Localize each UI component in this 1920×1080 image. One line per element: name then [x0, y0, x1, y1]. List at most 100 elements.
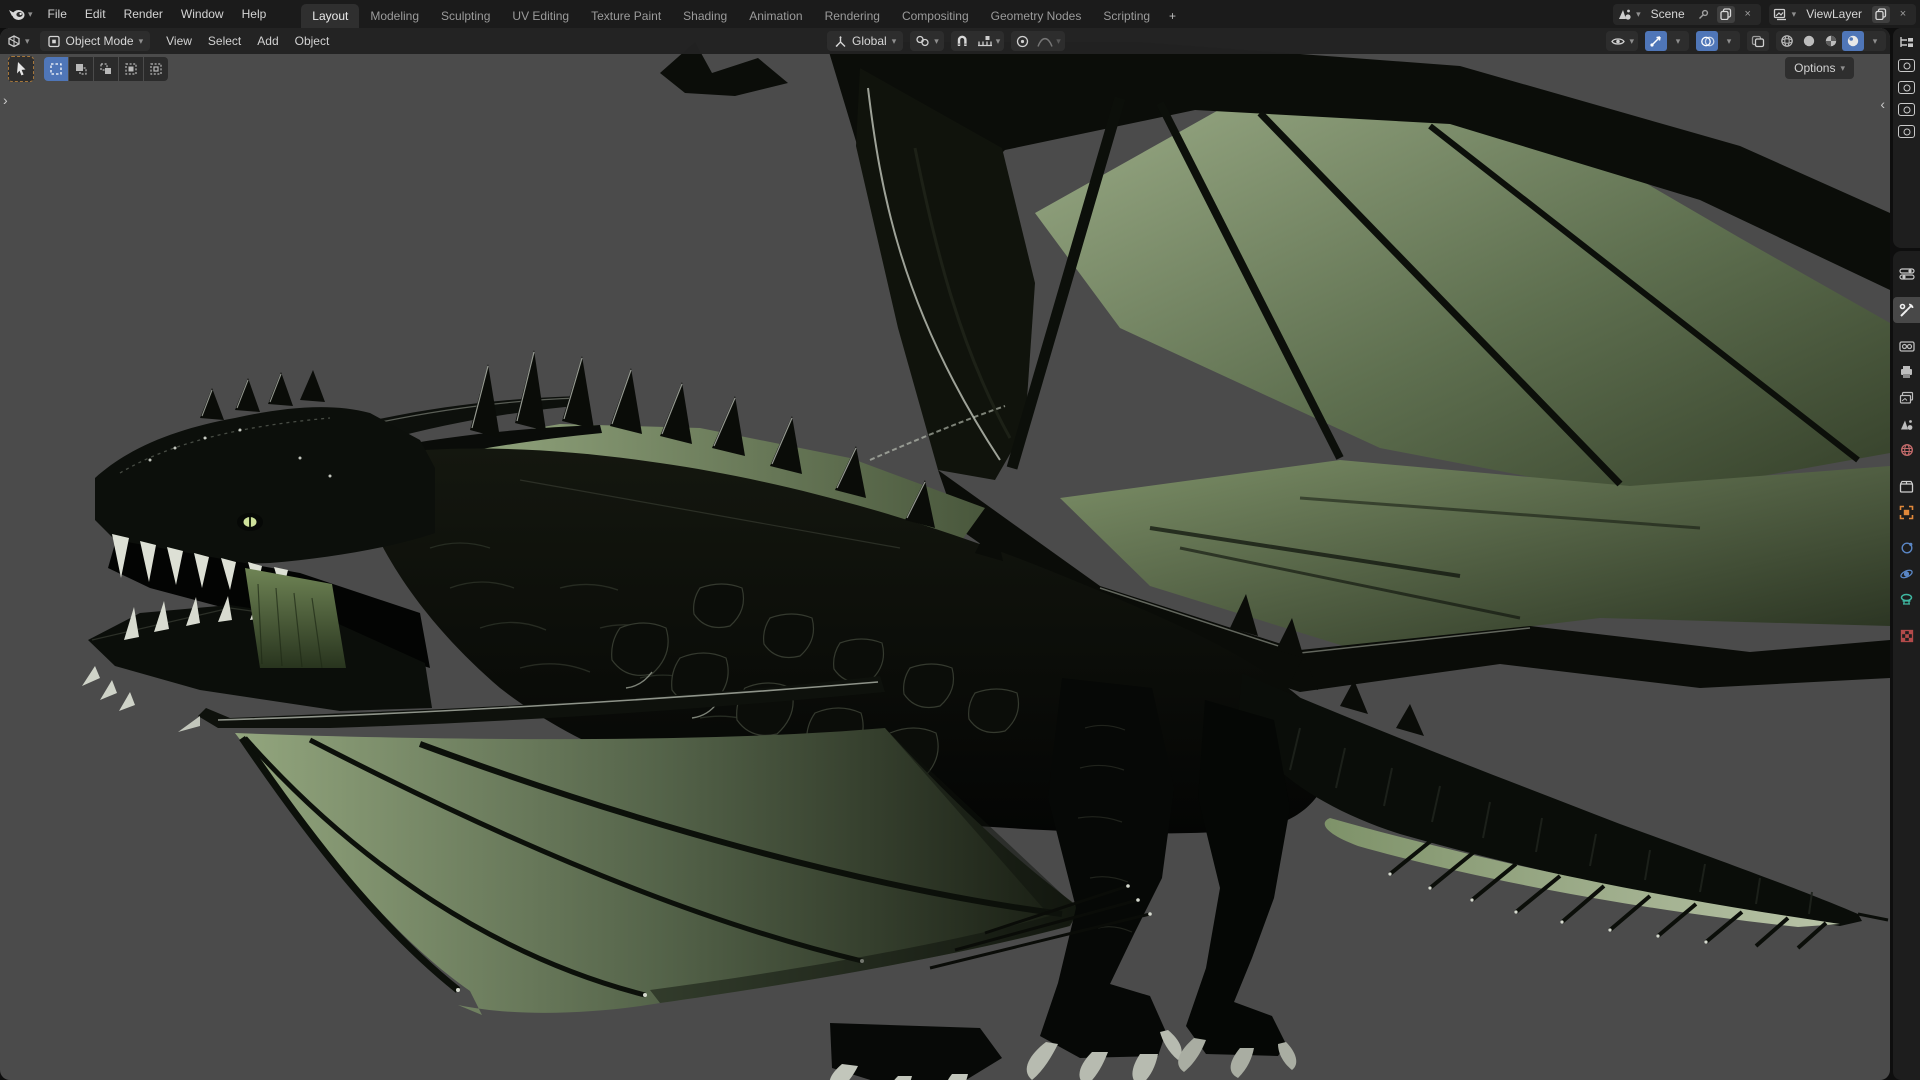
workspace-tabs: Layout Modeling Sculpting UV Editing Tex…	[301, 0, 1184, 28]
editor-type-button[interactable]: ▾	[0, 34, 36, 48]
tab-animation[interactable]: Animation	[738, 4, 813, 28]
disable-in-renders-icon[interactable]	[1898, 81, 1915, 94]
transform-orientation-selector[interactable]: Global ▾	[827, 31, 904, 51]
chevron-down-icon: ▾	[934, 35, 939, 46]
tab-output[interactable]	[1893, 359, 1920, 385]
scene-name: Scene	[1650, 7, 1685, 21]
active-tool-button[interactable]	[8, 56, 34, 82]
select-mode-set[interactable]	[44, 57, 68, 81]
xray-toggle[interactable]	[1747, 31, 1769, 51]
shading-solid-button[interactable]	[1798, 31, 1820, 51]
overlays-toggle[interactable]	[1696, 31, 1718, 51]
toolbar-expand-arrow[interactable]: ›	[3, 92, 8, 108]
pivot-point-selector[interactable]: ▾	[910, 31, 944, 51]
select-cursor-icon	[16, 62, 25, 76]
menu-view[interactable]: View	[158, 34, 200, 48]
tab-collection[interactable]	[1893, 473, 1920, 499]
properties-editor-icon[interactable]	[1893, 261, 1920, 287]
menu-object[interactable]: Object	[287, 34, 338, 48]
topbar: ▾ File Edit Render Window Help Layout Mo…	[0, 0, 1920, 28]
tab-geometry-nodes[interactable]: Geometry Nodes	[980, 4, 1093, 28]
gizmos-toggle[interactable]	[1645, 31, 1667, 51]
disable-in-renders-icon[interactable]	[1898, 59, 1915, 72]
view-layer-icon	[1773, 8, 1786, 20]
chevron-down-icon: ▾	[995, 35, 1001, 46]
falloff-curve-icon	[1037, 37, 1053, 47]
proportional-edit-toggle[interactable]	[1011, 31, 1033, 51]
tab-world[interactable]	[1893, 437, 1920, 463]
select-mode-extend[interactable]	[69, 57, 93, 81]
tab-uv-editing[interactable]: UV Editing	[501, 4, 580, 28]
sidebar-expand-arrow[interactable]: ‹	[1880, 96, 1885, 112]
delete-scene-button[interactable]: ×	[1739, 6, 1757, 23]
snap-increment-icon	[977, 35, 992, 46]
blender-menu-button[interactable]: ▾	[0, 7, 39, 22]
shading-dropdown[interactable]: ▾	[1864, 31, 1886, 51]
overlays-dropdown[interactable]: ▾	[1718, 31, 1740, 51]
menu-render[interactable]: Render	[115, 0, 172, 28]
tab-shading[interactable]: Shading	[672, 4, 738, 28]
menu-window[interactable]: Window	[172, 0, 233, 28]
pin-scene-icon[interactable]	[1695, 6, 1713, 23]
wireframe-sphere-icon	[1781, 35, 1793, 47]
select-mode-intersect[interactable]	[144, 57, 168, 81]
outliner-editor-icon[interactable]	[1898, 35, 1915, 50]
tab-particles[interactable]	[1893, 535, 1920, 561]
blender-logo-icon	[9, 9, 25, 20]
tab-scripting[interactable]: Scripting	[1092, 4, 1161, 28]
tab-constraints[interactable]	[1893, 587, 1920, 613]
tab-compositing[interactable]: Compositing	[891, 4, 980, 28]
proportional-edit-cluster: ▾	[1011, 31, 1065, 51]
scene-selector[interactable]: ▾ Scene ×	[1613, 3, 1761, 25]
add-workspace-button[interactable]: +	[1161, 4, 1184, 28]
menu-add[interactable]: Add	[249, 34, 286, 48]
chevron-down-icon: ▾	[25, 35, 30, 46]
new-view-layer-button[interactable]	[1872, 5, 1890, 23]
tab-physics[interactable]	[1893, 561, 1920, 587]
mode-selector[interactable]: Object Mode ▾	[39, 31, 151, 51]
tab-modeling[interactable]: Modeling	[359, 4, 430, 28]
delete-view-layer-button[interactable]: ×	[1894, 6, 1912, 23]
tab-sculpting[interactable]: Sculpting	[430, 4, 501, 28]
tab-render[interactable]	[1893, 333, 1920, 359]
menu-edit[interactable]: Edit	[76, 0, 115, 28]
snap-target-selector[interactable]: ▾	[973, 31, 1005, 51]
shading-wireframe-button[interactable]	[1776, 31, 1798, 51]
tab-tool[interactable]	[1893, 297, 1920, 323]
tab-view-layer[interactable]	[1893, 385, 1920, 411]
shading-material-button[interactable]	[1820, 31, 1842, 51]
scene-properties-icon	[1901, 419, 1913, 430]
tab-texture[interactable]	[1893, 623, 1920, 649]
tool-icon	[1899, 303, 1914, 317]
chevron-down-icon: ▾	[1791, 8, 1797, 19]
gizmos-dropdown[interactable]: ▾	[1667, 31, 1689, 51]
orientation-axes-icon	[835, 35, 846, 47]
tool-settings-bar: Options ▾	[0, 54, 1890, 84]
view-layer-images-icon	[1899, 391, 1914, 404]
tab-texture-paint[interactable]: Texture Paint	[580, 4, 672, 28]
viewport-3d[interactable]: ▾ Object Mode ▾ View Select Add Object G…	[0, 28, 1890, 1080]
tab-scene[interactable]	[1893, 411, 1920, 437]
gizmo-arrow-icon	[1650, 36, 1661, 47]
dragon-model[interactable]	[0, 28, 1890, 1080]
dragon-tail	[1238, 656, 1889, 950]
menu-select[interactable]: Select	[200, 34, 249, 48]
tab-object[interactable]	[1893, 499, 1920, 525]
show-object-types-selector[interactable]: ▾	[1606, 31, 1638, 51]
menu-help[interactable]: Help	[233, 0, 276, 28]
shading-rendered-button[interactable]	[1842, 31, 1864, 51]
new-scene-button[interactable]	[1716, 5, 1735, 23]
menu-file[interactable]: File	[39, 0, 76, 28]
tab-layout[interactable]: Layout	[301, 4, 360, 28]
tab-rendering[interactable]: Rendering	[814, 4, 891, 28]
select-mode-subtract[interactable]	[94, 57, 118, 81]
options-label: Options	[1794, 61, 1836, 75]
select-mode-invert[interactable]	[119, 57, 143, 81]
disable-in-renders-icon[interactable]	[1898, 125, 1915, 138]
view-layer-selector[interactable]: ▾ ViewLayer ×	[1768, 3, 1916, 25]
disable-in-renders-icon[interactable]	[1898, 103, 1915, 116]
options-button[interactable]: Options ▾	[1785, 57, 1854, 79]
proportional-falloff-selector[interactable]: ▾	[1033, 31, 1065, 51]
orientation-label: Global	[852, 34, 887, 48]
snap-toggle[interactable]	[951, 31, 973, 51]
